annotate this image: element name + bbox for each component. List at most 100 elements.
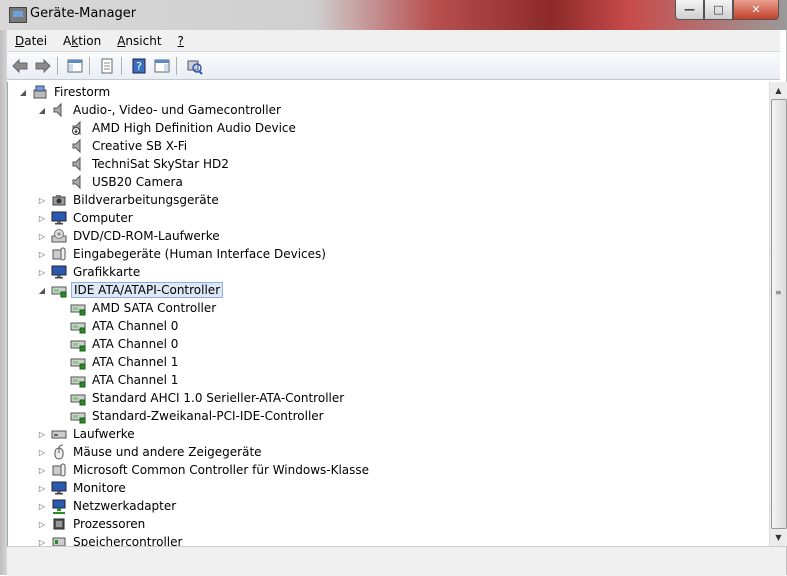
expand-arrow-icon[interactable]: ▷: [37, 268, 47, 277]
properties-icon[interactable]: [97, 56, 117, 76]
menu-bar: Datei Aktion Ansicht?: [7, 30, 780, 52]
tree-item-label: Audio-, Video- und Gamecontroller: [73, 103, 281, 117]
hid-icon: [51, 462, 67, 478]
vertical-scrollbar[interactable]: ▲ ≡ ▼: [769, 82, 787, 546]
window-title: Geräte-Manager: [30, 6, 137, 21]
tree-category[interactable]: ▷ Computer: [37, 209, 135, 227]
collapse-arrow-icon[interactable]: ◢: [37, 286, 47, 295]
expand-arrow-icon[interactable]: ▷: [37, 520, 47, 529]
disk-icon: [51, 426, 67, 442]
toolbar-separator: [121, 56, 122, 75]
scan-hardware-icon[interactable]: [184, 56, 204, 76]
tree-item-label: AMD SATA Controller: [92, 301, 217, 315]
tree-category[interactable]: ▷ Microsoft Common Controller für Windows…: [37, 461, 371, 479]
tree-item-label: Speichercontroller: [73, 535, 183, 546]
tree-category[interactable]: ▷ Laufwerke: [37, 425, 137, 443]
title-bar[interactable]: Geräte-Manager — □ ✕: [0, 0, 787, 30]
expand-arrow-icon[interactable]: ▷: [37, 250, 47, 259]
expand-arrow-icon[interactable]: ▷: [37, 232, 47, 241]
computer-root-icon: [32, 84, 48, 100]
menu-help[interactable]: ?: [170, 34, 192, 48]
tree-category[interactable]: ▷ Netzwerkadapter: [37, 497, 178, 515]
tree-device[interactable]: ATA Channel 0: [56, 317, 180, 335]
scroll-thumb[interactable]: ≡: [771, 99, 787, 529]
tree-category[interactable]: ◢ IDE ATA/ATAPI-Controller: [37, 281, 224, 299]
maximize-button[interactable]: □: [704, 0, 733, 20]
tree-item-label: IDE ATA/ATAPI-Controller: [71, 282, 224, 298]
tree-device[interactable]: ATA Channel 1: [56, 371, 180, 389]
tree-item-label: DVD/CD-ROM-Laufwerke: [73, 229, 220, 243]
monitor-icon: [51, 210, 67, 226]
tree-device[interactable]: Standard-Zweikanal-PCI-IDE-Controller: [56, 407, 326, 425]
tree-category[interactable]: ◢ Audio-, Video- und Gamecontroller: [37, 101, 283, 119]
expand-arrow-icon[interactable]: ▷: [37, 196, 47, 205]
speaker-icon: [70, 156, 86, 172]
tree-device[interactable]: Creative SB X-Fi: [56, 137, 189, 155]
tree-device[interactable]: USB20 Camera: [56, 173, 185, 191]
close-button[interactable]: ✕: [733, 0, 779, 20]
tree-category[interactable]: ▷ Eingabegeräte (Human Interface Devices): [37, 245, 328, 263]
tree-item-label: Bildverarbeitungsgeräte: [73, 193, 219, 207]
scroll-down-button[interactable]: ▼: [770, 529, 787, 546]
tree-category[interactable]: ▷ DVD/CD-ROM-Laufwerke: [37, 227, 222, 245]
tree-device[interactable]: AMD SATA Controller: [56, 299, 218, 317]
help-icon[interactable]: ?: [129, 56, 149, 76]
tree-item-label: TechniSat SkyStar HD2: [92, 157, 229, 171]
expand-arrow-icon[interactable]: ▷: [37, 502, 47, 511]
tree-device[interactable]: TechniSat SkyStar HD2: [56, 155, 231, 173]
tree-category[interactable]: ▷ Prozessoren: [37, 515, 147, 533]
device-manager-icon: [9, 7, 27, 23]
toolbar-separator: [176, 56, 177, 75]
tree-item-label: Grafikkarte: [73, 265, 141, 279]
tree-item-label: Standard-Zweikanal-PCI-IDE-Controller: [92, 409, 324, 423]
tree-category[interactable]: ▷ Grafikkarte: [37, 263, 142, 281]
tree-item-label: Standard AHCI 1.0 Serieller-ATA-Controll…: [92, 391, 345, 405]
tree-item-label: Creative SB X-Fi: [92, 139, 188, 153]
tree-item-label: ATA Channel 1: [92, 373, 179, 387]
cpu-icon: [51, 516, 67, 532]
speaker-warning-icon: [70, 120, 86, 136]
tree-category[interactable]: ▷ Speichercontroller: [37, 533, 184, 546]
collapse-arrow-icon[interactable]: ◢: [37, 106, 47, 115]
tree-item-label: Laufwerke: [73, 427, 135, 441]
window-frame-left: [0, 30, 7, 575]
expand-arrow-icon[interactable]: ▷: [37, 466, 47, 475]
menu-datei[interactable]: Datei: [7, 34, 55, 48]
tree-category[interactable]: ▷ Bildverarbeitungsgeräte: [37, 191, 221, 209]
show-action-pane-icon[interactable]: [152, 56, 172, 76]
expand-arrow-icon[interactable]: ▷: [37, 538, 47, 547]
menu-ansicht[interactable]: Ansicht: [109, 34, 169, 48]
tree-root[interactable]: ◢ Firestorm: [18, 83, 112, 101]
tree-device[interactable]: Standard AHCI 1.0 Serieller-ATA-Controll…: [56, 389, 346, 407]
network-icon: [51, 498, 67, 514]
expand-arrow-icon[interactable]: ▷: [37, 430, 47, 439]
minimize-button[interactable]: —: [675, 0, 704, 20]
tree-device[interactable]: ATA Channel 0: [56, 335, 180, 353]
scroll-up-button[interactable]: ▲: [770, 82, 787, 99]
toolbar: ?: [7, 52, 780, 80]
monitor-icon: [51, 480, 67, 496]
tree-category[interactable]: ▷ Mäuse und andere Zeigegeräte: [37, 443, 264, 461]
tree-item-label: ATA Channel 1: [92, 355, 179, 369]
forward-icon[interactable]: [33, 56, 53, 76]
back-icon[interactable]: [10, 56, 30, 76]
collapse-arrow-icon[interactable]: ◢: [18, 88, 28, 97]
tree-device[interactable]: ATA Channel 1: [56, 353, 180, 371]
show-hide-console-tree-icon[interactable]: [65, 56, 85, 76]
expand-arrow-icon[interactable]: ▷: [37, 214, 47, 223]
window-controls: — □ ✕: [675, 0, 779, 20]
ide-icon: [70, 390, 86, 406]
ide-icon: [51, 282, 67, 298]
tree-item-label: Firestorm: [54, 85, 111, 99]
menu-aktion[interactable]: Aktion: [55, 34, 109, 48]
tree-item-label: Monitore: [73, 481, 126, 495]
ide-icon: [70, 336, 86, 352]
expand-arrow-icon[interactable]: ▷: [37, 484, 47, 493]
ide-icon: [70, 372, 86, 388]
hid-icon: [51, 246, 67, 262]
expand-arrow-icon[interactable]: ▷: [37, 448, 47, 457]
tree-device[interactable]: AMD High Definition Audio Device: [56, 119, 298, 137]
device-tree[interactable]: ◢ Firestorm ◢ Audio-, Video- und Gamecontro…: [7, 82, 770, 546]
scroll-grip: ≡: [775, 288, 782, 297]
tree-category[interactable]: ▷ Monitore: [37, 479, 128, 497]
